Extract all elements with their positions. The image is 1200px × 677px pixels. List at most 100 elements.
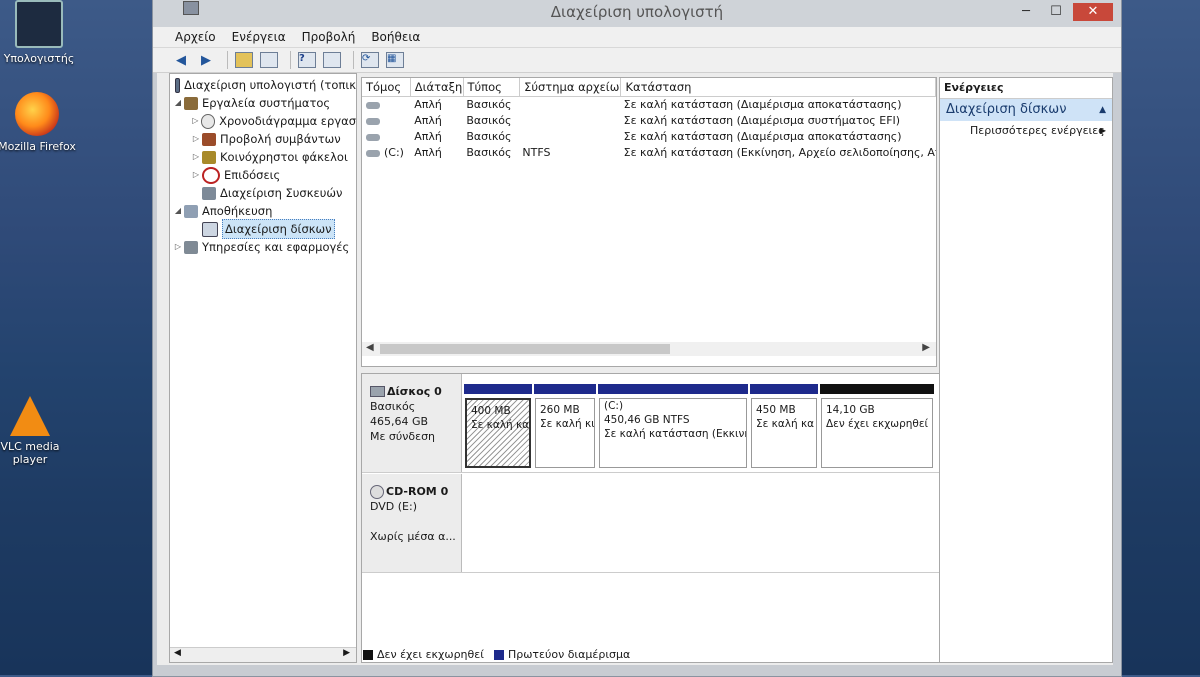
table-row[interactable]: (C:) Απλή Βασικός NTFS Σε καλή κατάσταση… (362, 145, 936, 161)
collapse-up-icon[interactable]: ▲ (1099, 99, 1106, 121)
partition-label: (C:) (604, 400, 624, 412)
status-cell: Σε καλή κατάσταση (Εκκίνηση, Αρχείο σελι… (623, 146, 936, 159)
show-action-pane-icon[interactable] (322, 51, 342, 69)
tree-item-label: Επιδόσεις (224, 168, 281, 182)
scroll-right-icon[interactable]: ▶ (922, 342, 930, 353)
partition-3[interactable]: (C:) 450,46 GB NTFS Σε καλή κατάσταση (Ε… (598, 384, 748, 468)
scrollbar-thumb[interactable] (380, 344, 670, 354)
collapse-arrow-icon[interactable]: ◢ (172, 94, 184, 112)
tree-item-system-tools[interactable]: ◢ Εργαλεία συστήματος (170, 94, 356, 112)
more-actions-item[interactable]: Περισσότερες ενέργειες ▶ (940, 121, 1112, 141)
desktop-icon-computer[interactable]: Υπολογιστής (0, 0, 84, 65)
shared-folder-icon (202, 150, 216, 164)
partition-status: Σε καλή κι (540, 418, 595, 430)
scroll-right-icon[interactable]: ▶ (343, 648, 350, 658)
tree-item-label: Διαχείριση Συσκευών (220, 186, 343, 200)
vlc-icon (10, 396, 50, 436)
disk-type: DVD (E:) (370, 500, 418, 513)
cd-rom-icon (370, 484, 384, 499)
disk-row-cdrom0[interactable]: CD-ROM 0 DVD (E:) Χωρίς μέσα α... (362, 474, 946, 573)
disk-name: CD-ROM 0 (386, 485, 449, 498)
minimize-button[interactable]: ─ (1011, 3, 1041, 21)
table-row[interactable]: Απλή Βασικός Σε καλή κατάσταση (Διαμέρισ… (362, 113, 936, 129)
firefox-icon (15, 92, 59, 136)
layout-cell: Απλή (414, 130, 442, 143)
table-row[interactable]: Απλή Βασικός Σε καλή κατάσταση (Διαμέρισ… (362, 97, 936, 113)
tree-item-disk-management[interactable]: Διαχείριση δίσκων (170, 219, 356, 239)
close-button[interactable]: ✕ (1073, 3, 1113, 21)
console-tree: Διαχείριση υπολογιστή (τοπικ ◢ Εργαλεία … (169, 73, 357, 663)
scroll-left-icon[interactable]: ◀ (366, 342, 374, 353)
title-bar[interactable]: Διαχείριση υπολογιστή ─ ☐ ✕ (153, 0, 1121, 27)
disk-name: Δίσκος 0 (387, 385, 442, 398)
tree-item-label: Κοινόχρηστοι φάκελοι (220, 150, 348, 164)
menu-action[interactable]: Ενέργεια (232, 30, 286, 44)
legend: Δεν έχει εκχωρηθεί Πρωτεύον διαμέρισμα (361, 648, 630, 661)
tree-horizontal-scrollbar[interactable]: ◀ ▶ (170, 647, 356, 662)
menu-view[interactable]: Προβολή (302, 30, 356, 44)
menu-file[interactable]: Αρχείο (175, 30, 216, 44)
expand-arrow-icon[interactable]: ▷ (172, 238, 184, 256)
toolbar-separator (290, 51, 291, 69)
disk-state: Χωρίς μέσα α... (370, 530, 456, 543)
tree-item-task-scheduler[interactable]: ▷ Χρονοδιάγραμμα εργασ (170, 112, 356, 130)
partition-bar (534, 384, 596, 394)
disk-info[interactable]: CD-ROM 0 DVD (E:) Χωρίς μέσα α... (362, 474, 462, 572)
tree-item-device-manager[interactable]: Διαχείριση Συσκευών (170, 184, 356, 202)
desktop-icon-vlc[interactable]: VLC media player (0, 396, 78, 466)
column-header-status[interactable]: Κατάσταση (621, 78, 936, 96)
tree-item-event-viewer[interactable]: ▷ Προβολή συμβάντων (170, 130, 356, 148)
disk-row-disk0[interactable]: Δίσκος 0 Βασικός 465,64 GB Με σύνδεση 40… (362, 374, 946, 473)
tree-item-storage[interactable]: ◢ Αποθήκευση (170, 202, 356, 220)
disk-state: Με σύνδεση (370, 430, 436, 443)
menu-help[interactable]: Βοήθεια (371, 30, 420, 44)
tree-item-shared-folders[interactable]: ▷ Κοινόχρηστοι φάκελοι (170, 148, 356, 166)
volume-list-horizontal-scrollbar[interactable]: ◀ ▶ (362, 342, 936, 356)
tree-item-performance[interactable]: ▷ Επιδόσεις (170, 166, 356, 184)
window-title: Διαχείριση υπολογιστή (550, 3, 724, 21)
show-hide-console-tree-icon[interactable] (259, 51, 279, 69)
storage-icon (184, 204, 198, 218)
collapse-arrow-icon[interactable]: ◢ (172, 202, 184, 220)
forward-arrow-icon[interactable]: ▶ (196, 51, 216, 69)
back-arrow-icon[interactable]: ◀ (171, 51, 191, 69)
volume-icon (366, 101, 380, 109)
toolbar: ◀ ▶ ? ⟳ ▦ (153, 48, 1121, 73)
maximize-button[interactable]: ☐ (1041, 3, 1071, 21)
partition-body: (C:) 450,46 GB NTFS Σε καλή κατάσταση (Ε… (599, 398, 747, 468)
table-row[interactable]: Απλή Βασικός Σε καλή κατάσταση (Διαμέρισ… (362, 129, 936, 145)
system-tools-icon (184, 96, 198, 110)
expand-arrow-icon[interactable]: ▷ (190, 148, 202, 166)
filesystem-cell (518, 129, 619, 145)
partition-unallocated[interactable]: 14,10 GB Δεν έχει εκχωρηθεί (820, 384, 934, 468)
partition-2[interactable]: 260 MB Σε καλή κι (534, 384, 596, 468)
column-header-type[interactable]: Τύπος (464, 78, 521, 96)
tree-item-services-applications[interactable]: ▷ Υπηρεσίες και εφαρμογές (170, 238, 356, 256)
refresh-icon[interactable]: ⟳ (360, 51, 380, 69)
app-menu-icon[interactable] (183, 1, 199, 15)
expand-arrow-icon[interactable]: ▷ (190, 130, 202, 148)
column-header-filesystem[interactable]: Σύστημα αρχείων (520, 78, 622, 96)
disk-info[interactable]: Δίσκος 0 Βασικός 465,64 GB Με σύνδεση (362, 374, 462, 472)
up-folder-icon[interactable] (234, 51, 254, 69)
column-header-layout[interactable]: Διάταξη (411, 78, 464, 96)
type-cell: Βασικός (466, 146, 512, 159)
partition-bar (750, 384, 818, 394)
expand-arrow-icon[interactable]: ▷ (190, 112, 201, 130)
desktop-icon-firefox[interactable]: Mozilla Firefox (0, 92, 82, 153)
properties-icon[interactable]: ▦ (385, 51, 405, 69)
column-header-volume[interactable]: Τόμος (362, 78, 411, 96)
tree-item-label: Διαχείριση υπολογιστή (τοπικ (184, 78, 356, 92)
tree-item-label: Αποθήκευση (202, 204, 273, 218)
partition-1[interactable]: 400 MB Σε καλή κα (464, 384, 532, 468)
tree-item-computer-management[interactable]: Διαχείριση υπολογιστή (τοπικ (170, 76, 356, 94)
expand-arrow-icon[interactable]: ▷ (190, 166, 202, 184)
volume-icon (366, 149, 380, 157)
partition-size: 14,10 GB (826, 404, 875, 416)
status-cell: Σε καλή κατάσταση (Διαμέρισμα συστήματος… (623, 114, 901, 127)
partition-4[interactable]: 450 MB Σε καλή κα (750, 384, 818, 468)
scroll-left-icon[interactable]: ◀ (174, 648, 181, 658)
actions-section-disk-management[interactable]: Διαχείριση δίσκων ▲ (940, 99, 1112, 121)
help-icon[interactable]: ? (297, 51, 317, 69)
disk-management-icon (202, 221, 218, 237)
